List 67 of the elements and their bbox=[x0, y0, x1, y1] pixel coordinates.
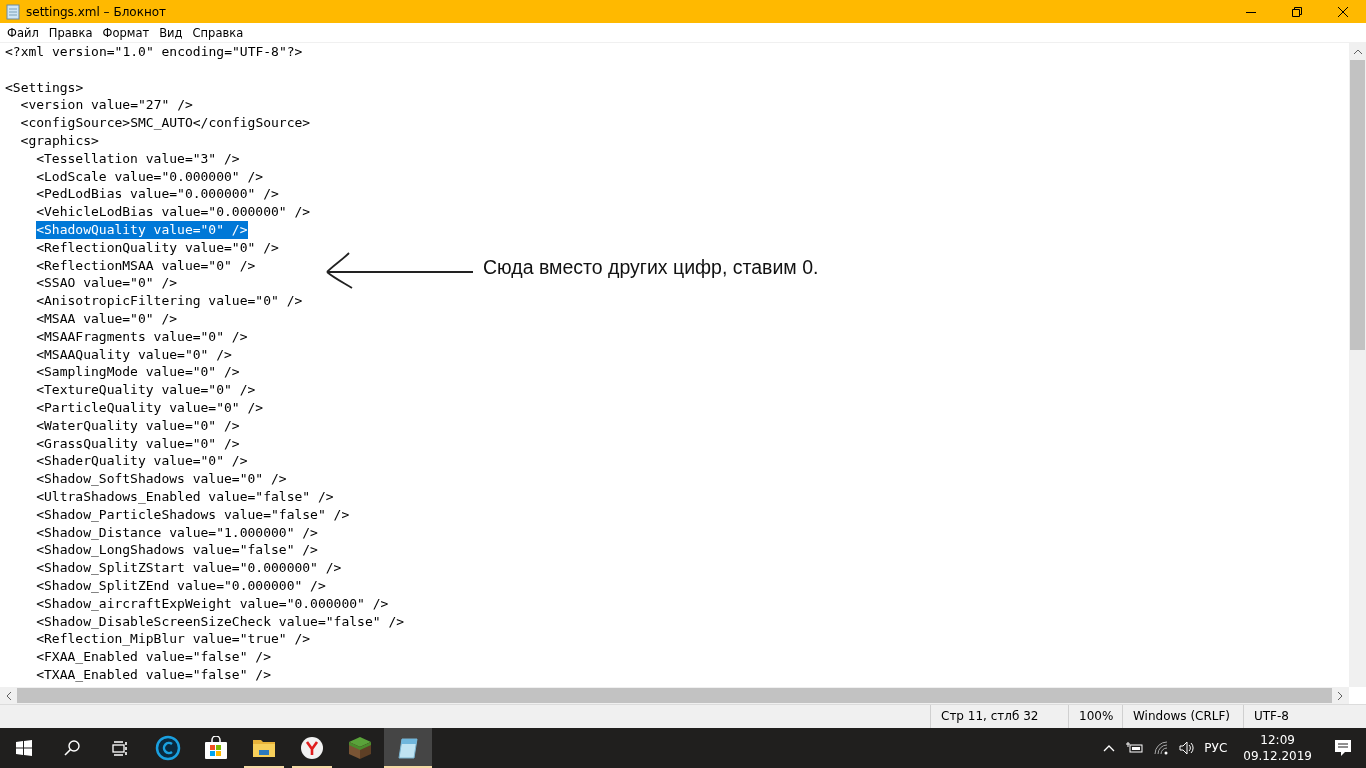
code-line: <Shadow_SplitZEnd value="0.000000" /> bbox=[36, 576, 326, 595]
code-line: <ShaderQuality value="0" /> bbox=[36, 452, 248, 471]
search-icon bbox=[64, 740, 80, 756]
vertical-scrollbar[interactable] bbox=[1349, 43, 1366, 687]
code-line: <VehicleLodBias value="0.000000" /> bbox=[36, 203, 311, 221]
code-line: <Shadow_SplitZStart value="0.000000" /> bbox=[36, 559, 342, 577]
code-line: <ParticleQuality value="0" /> bbox=[36, 398, 264, 417]
battery-icon bbox=[1125, 742, 1144, 754]
code-line: <PedLodBias value="0.000000" /> bbox=[36, 185, 279, 204]
code-line: <ReflectionMSAA value="0" /> bbox=[36, 256, 256, 275]
code-line: <Shadow_aircraftExpWeight value="0.000000" /> bbox=[36, 594, 389, 613]
code-line: <Settings> bbox=[5, 78, 84, 97]
annotation-text: Сюда вместо других цифр, ставим 0. bbox=[483, 259, 819, 277]
language-indicator[interactable]: РУС bbox=[1204, 741, 1228, 755]
notepad-icon bbox=[6, 3, 20, 20]
clock-date[interactable]: 09.12.2019 bbox=[1243, 748, 1312, 764]
window-title: settings.xml – Блокнот bbox=[26, 4, 168, 19]
circle-c-icon bbox=[155, 735, 181, 761]
code-line: <GrassQuality value="0" /> bbox=[36, 434, 240, 453]
code-line: <MSAAFragments value="0" /> bbox=[36, 327, 248, 346]
code-line: <UltraShadows_Enabled value="false" /> bbox=[36, 487, 334, 506]
code-line: <Shadow_SoftShadows value="0" /> bbox=[36, 470, 287, 488]
cube-icon bbox=[348, 736, 372, 760]
code-line: <ReflectionQuality value="0" /> bbox=[36, 238, 279, 257]
browser-icon bbox=[300, 736, 324, 760]
code-line: <SSAO value="0" /> bbox=[36, 274, 178, 293]
restore-icon bbox=[1292, 6, 1302, 17]
code-line: <MSAA value="0" /> bbox=[36, 309, 178, 328]
code-line: <FXAA_Enabled value="false" /> bbox=[36, 648, 271, 666]
notifications-icon bbox=[1334, 739, 1352, 757]
menu-item[interactable]: Вид bbox=[154, 25, 188, 40]
code-line: <Shadow_DisableScreenSizeCheck value="false" /> bbox=[36, 612, 405, 631]
code-line: <TXAA_Enabled value="false" /> bbox=[36, 665, 271, 684]
notepad-icon bbox=[396, 736, 420, 760]
horizontal-scrollbar[interactable] bbox=[0, 687, 1349, 704]
code-line: <graphics> bbox=[20, 132, 99, 150]
code-line: <Shadow_ParticleShadows value="false" /> bbox=[36, 505, 350, 524]
menu-item[interactable]: Справка bbox=[187, 25, 249, 40]
close-icon bbox=[1338, 6, 1348, 17]
taskbar-app[interactable] bbox=[384, 728, 432, 768]
code-line: <TextureQuality value="0" /> bbox=[36, 381, 256, 399]
folder-icon bbox=[252, 738, 276, 758]
code-line: <AnisotropicFiltering value="0" /> bbox=[36, 292, 303, 310]
code-line: <LodScale value="0.000000" /> bbox=[36, 167, 264, 186]
menu-item[interactable]: Формат bbox=[97, 25, 155, 40]
clock-time[interactable]: 12:09 bbox=[1260, 732, 1295, 748]
windows-icon bbox=[16, 740, 32, 756]
code-line: <Shadow_Distance value="1.000000" /> bbox=[36, 523, 318, 542]
code-line: <configSource>SMC_AUTO</configSource> bbox=[20, 114, 311, 132]
menu-item[interactable]: Файл bbox=[2, 25, 44, 40]
wifi-icon bbox=[1153, 741, 1170, 755]
code-line: <MSAAQuality value="0" /> bbox=[36, 345, 232, 364]
scroll-left-icon[interactable] bbox=[6, 691, 11, 700]
code-line: <?xml version="1.0" encoding="UTF-8"?> bbox=[5, 43, 303, 61]
code-line: <version value="27" /> bbox=[20, 96, 193, 115]
scroll-right-icon[interactable] bbox=[1338, 691, 1343, 700]
code-line: <WaterQuality value="0" /> bbox=[36, 416, 240, 435]
code-line: <SamplingMode value="0" /> bbox=[36, 363, 240, 382]
scroll-up-icon[interactable] bbox=[1353, 49, 1362, 54]
code-line: <Tessellation value="3" /> bbox=[36, 149, 240, 168]
chevron-up-icon bbox=[1103, 744, 1116, 752]
task-view-icon bbox=[112, 740, 128, 756]
speaker-icon bbox=[1179, 741, 1196, 755]
shopping-bag-icon bbox=[204, 736, 228, 760]
code-line: <Reflection_MipBlur value="true" /> bbox=[36, 630, 311, 649]
menu-item[interactable]: Правка bbox=[43, 25, 98, 40]
code-line: <Shadow_LongShadows value="false" /> bbox=[36, 541, 318, 560]
